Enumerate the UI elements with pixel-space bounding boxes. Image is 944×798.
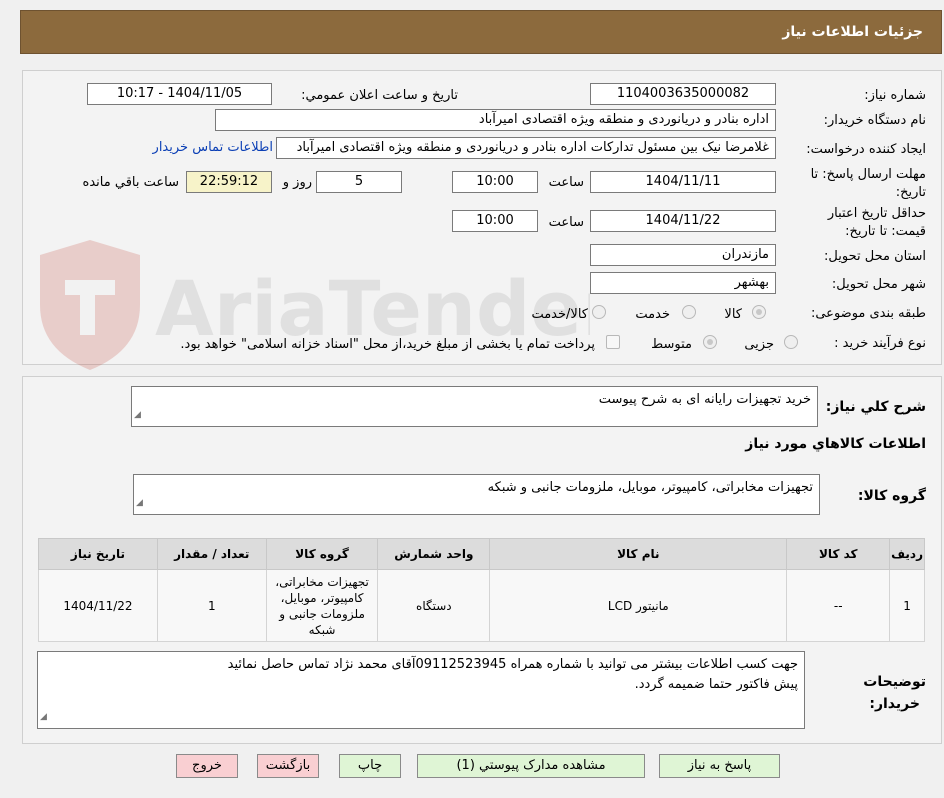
cell-quantity: 1 — [156, 569, 267, 642]
print-button[interactable]: چاپ — [339, 754, 401, 778]
process-option-medium: متوسط — [651, 337, 692, 352]
col-header-row-number: رديف — [889, 538, 925, 570]
province-field[interactable]: مازندران — [590, 244, 776, 266]
resize-grip-icon[interactable]: ◢ — [134, 406, 141, 425]
send-date-field[interactable]: 1404/11/11 — [590, 171, 776, 193]
resize-grip-icon[interactable]: ◢ — [136, 494, 143, 513]
send-time-label: ساعت — [548, 175, 584, 190]
cell-date: 1404/11/22 — [38, 569, 158, 642]
category-option-both: کالا/خدمت — [531, 307, 588, 322]
need-number-label: شماره نیاز: — [864, 88, 926, 103]
remaining-time-field: 22:59:12 — [186, 171, 272, 193]
send-time-field[interactable]: 10:00 — [452, 171, 538, 193]
cell-group: تجهیزات مخابراتی، کامپیوتر، موبایل، ملزو… — [265, 569, 379, 642]
col-header-date: تاریخ نیاز — [38, 538, 158, 570]
cell-code: -- — [786, 569, 891, 642]
category-option-service: خدمت — [635, 307, 670, 322]
summary-label: شرح کلي نياز: — [825, 399, 926, 415]
creator-field[interactable]: غلامرضا نیک بین مسئول تدارکات اداره بناد… — [276, 137, 776, 159]
col-header-quantity: تعداد / مقدار — [156, 538, 267, 570]
goods-table: رديف کد کالا نام کالا واحد شمارش گروه کا… — [38, 538, 925, 642]
buyer-notes-label: توضیحات خریدار: — [863, 671, 926, 715]
category-radio-both[interactable] — [592, 305, 606, 319]
watermark-logo: AriaTender.neT — [40, 240, 590, 370]
page-title: جزئيات اطلاعات نياز — [782, 24, 923, 40]
buyer-notes-label-line2: خریدار: — [869, 696, 920, 712]
cell-row-number: 1 — [889, 569, 925, 642]
col-header-unit: واحد شمارش — [377, 538, 491, 570]
cell-unit: دستگاه — [377, 569, 491, 642]
need-number-field[interactable]: 1104003635000082 — [590, 83, 776, 105]
process-radio-minor[interactable] — [784, 335, 798, 349]
days-and-label: روز و — [282, 175, 312, 190]
days-field[interactable]: 5 — [316, 171, 402, 193]
creator-label: ایجاد کننده درخواست: — [806, 142, 926, 157]
city-field[interactable]: بهشهر — [590, 272, 776, 294]
price-time-label: ساعت — [548, 215, 584, 230]
price-time-field[interactable]: 10:00 — [452, 210, 538, 232]
table-row: 1 -- مانیتور LCD دستگاه تجهیزات مخابراتی… — [38, 569, 925, 642]
process-label: نوع فرآیند خرید : — [834, 336, 926, 351]
category-radio-service[interactable] — [682, 305, 696, 319]
price-date-field[interactable]: 1404/11/22 — [590, 210, 776, 232]
exit-button[interactable]: خروج — [176, 754, 238, 778]
buyer-notes-textarea[interactable]: جهت کسب اطلاعات بیشتر می توانید با شماره… — [37, 651, 805, 729]
process-radio-medium[interactable] — [703, 335, 717, 349]
announce-label: تاریخ و ساعت اعلان عمومي: — [301, 88, 458, 103]
resize-grip-icon[interactable]: ◢ — [40, 707, 47, 727]
process-option-minor: جزیی — [744, 337, 774, 352]
summary-textarea[interactable]: خرید تجهیزات رایانه ای به شرح پیوست ◢ — [131, 386, 818, 427]
process-note: پرداخت تمام یا بخشی از مبلغ خرید،از محل … — [180, 337, 595, 352]
table-header-row: رديف کد کالا نام کالا واحد شمارش گروه کا… — [38, 538, 925, 570]
contact-info-link[interactable]: اطلاعات تماس خریدار — [153, 140, 273, 155]
category-label: طبقه بندی موضوعی: — [810, 306, 926, 321]
view-attachments-button[interactable]: مشاهده مدارک پيوستي (1) — [417, 754, 645, 778]
goods-group-text: تجهیزات مخابراتی، کامپیوتر، موبایل، ملزو… — [487, 480, 813, 495]
category-radio-goods[interactable] — [752, 305, 766, 319]
goods-group-label: گروه کالا: — [857, 488, 926, 504]
send-deadline-label: مهلت ارسال پاسخ: تا تاریخ: — [810, 167, 926, 200]
category-option-goods: کالا — [724, 307, 742, 322]
buyer-notes-label-line1: توضیحات — [863, 674, 926, 690]
col-header-code: کد کالا — [786, 538, 891, 570]
announce-datetime-field[interactable]: 1404/11/05 - 10:17 — [87, 83, 272, 105]
treasury-checkbox[interactable] — [606, 335, 620, 349]
city-label: شهر محل تحویل: — [831, 277, 926, 292]
buyer-notes-line2: پیش فاکتور حتما ضمیمه گردد. — [634, 677, 798, 692]
goods-section-title: اطلاعات کالاهاي مورد نياز — [745, 436, 926, 452]
buyer-notes-line1: جهت کسب اطلاعات بیشتر می توانید با شماره… — [227, 657, 798, 672]
cell-name: مانیتور LCD — [489, 569, 788, 642]
buyer-name-field[interactable]: اداره بنادر و دریانوردی و منطقه ویژه اقت… — [215, 109, 776, 131]
back-button[interactable]: بازگشت — [257, 754, 319, 778]
province-label: استان محل تحویل: — [824, 249, 926, 264]
col-header-name: نام کالا — [489, 538, 788, 570]
goods-group-textarea[interactable]: تجهیزات مخابراتی، کامپیوتر، موبایل، ملزو… — [133, 474, 820, 515]
page-header: جزئيات اطلاعات نياز — [20, 10, 942, 54]
reply-button[interactable]: پاسخ به نياز — [659, 754, 780, 778]
summary-text: خرید تجهیزات رایانه ای به شرح پیوست — [598, 392, 811, 407]
buyer-name-label: نام دستگاه خریدار: — [823, 113, 926, 128]
price-deadline-label: حداقل تاریخ اعتبار قیمت: تا تاریخ: — [827, 206, 926, 239]
remaining-label: ساعت باقي مانده — [82, 175, 179, 190]
col-header-group: گروه کالا — [265, 538, 379, 570]
